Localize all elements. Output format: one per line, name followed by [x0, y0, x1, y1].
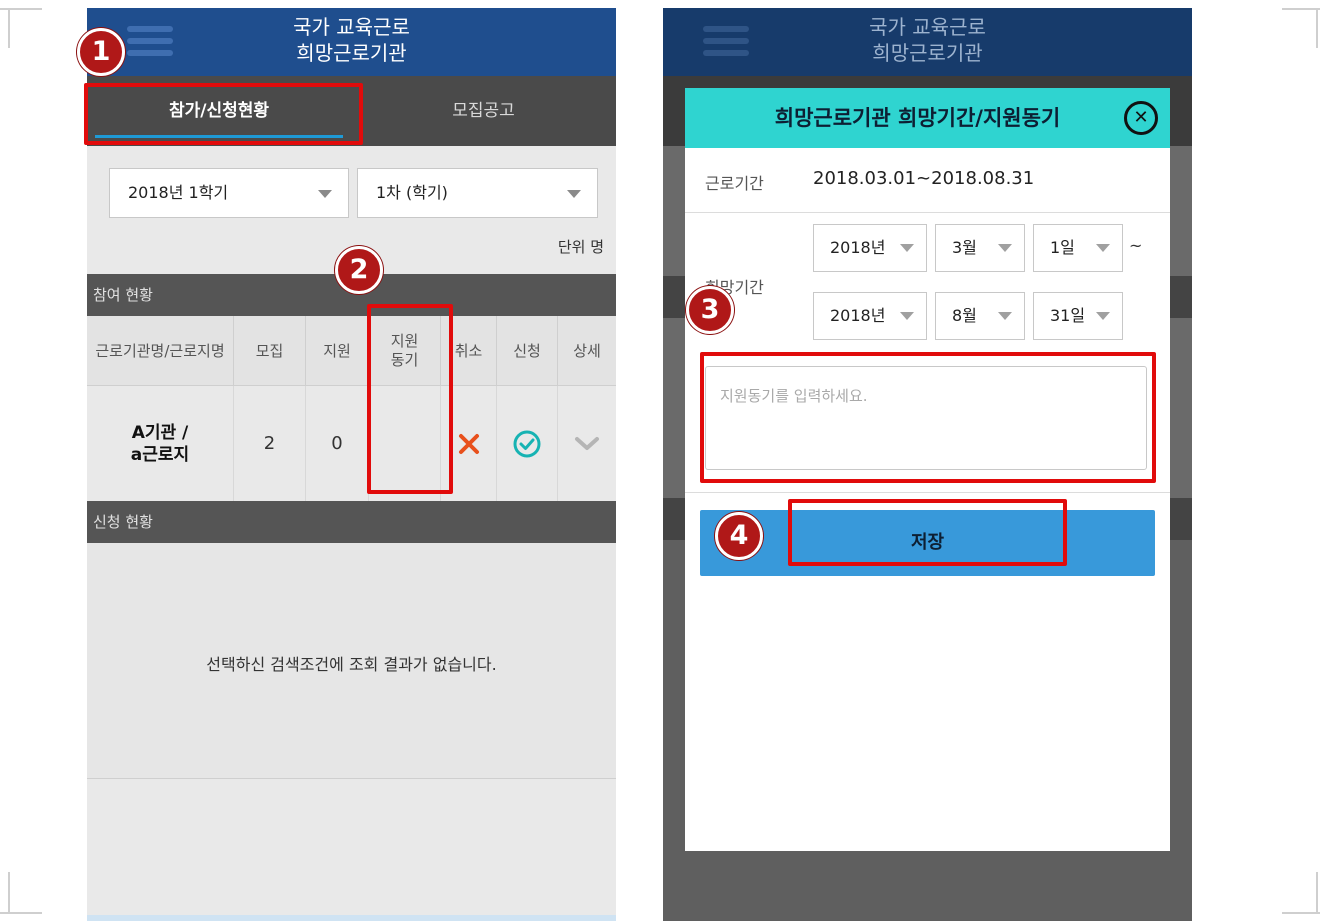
app-bar: 국가 교육근로 희망근로기관 — [87, 8, 616, 76]
bottom-strip — [87, 915, 616, 921]
close-icon[interactable]: ✕ — [1124, 101, 1158, 135]
end-year-select[interactable]: 2018년 — [813, 292, 927, 340]
callout-badge-2: 2 — [335, 246, 383, 294]
app-title-line2: 희망근로기관 — [872, 41, 983, 65]
start-year-value: 2018년 — [830, 238, 886, 257]
frame-corner-tr-v — [1316, 8, 1318, 48]
work-period-value: 2018.03.01~2018.08.31 — [813, 168, 1035, 189]
detail-cell — [558, 386, 616, 501]
worksite-name: a근로지 — [130, 444, 190, 465]
chevron-down-icon[interactable] — [574, 435, 600, 453]
bottom-area — [87, 779, 616, 921]
dialog-title: 희망근로기관 희망기간/지원동기 — [774, 106, 1061, 130]
start-day-select[interactable]: 1일 — [1033, 224, 1123, 272]
applied-count: 0 — [306, 386, 369, 501]
dropdown-caret-icon — [318, 190, 332, 198]
application-section-title: 신청 현황 — [87, 501, 616, 543]
work-period-label: 근로기간 — [705, 174, 764, 193]
frame-corner-tl-v — [8, 8, 10, 48]
frame-corner-tl-h — [0, 8, 42, 10]
empty-message: 선택하신 검색조건에 조회 결과가 없습니다. — [206, 655, 497, 674]
dropdown-caret-icon — [998, 244, 1012, 252]
frame-corner-br-v — [1316, 872, 1318, 914]
app-title: 국가 교육근로 희망근로기관 — [87, 14, 616, 66]
frame-corner-tr-h — [1282, 8, 1320, 10]
dropdown-caret-icon — [1096, 312, 1110, 320]
table-row: A기관 / a근로지 2 0 — [87, 386, 616, 501]
app-title-line1: 국가 교육근로 — [869, 15, 986, 39]
app-bar-dimmed: 국가 교육근로 희망근로기관 — [663, 8, 1192, 76]
cancel-x-icon[interactable] — [457, 432, 481, 456]
round-select-value: 1차 (학기) — [376, 183, 448, 202]
app-title-dimmed: 국가 교육근로 희망근로기관 — [663, 14, 1192, 66]
highlight-box-motive-input — [700, 352, 1156, 483]
callout-badge-4: 4 — [715, 512, 763, 560]
dropdown-caret-icon — [900, 312, 914, 320]
frame-corner-bl-v — [8, 872, 10, 914]
frame-corner-br-h — [1282, 912, 1320, 914]
semester-select-value: 2018년 1학기 — [128, 183, 229, 202]
check-circle-icon[interactable] — [512, 429, 542, 459]
dropdown-caret-icon — [900, 244, 914, 252]
dropdown-caret-icon — [1096, 244, 1110, 252]
end-day-value: 31일 — [1050, 306, 1086, 325]
table-header: 근로기관명/근로지명 모집 지원 지원 동기 취소 신청 상세 — [87, 316, 616, 386]
callout-badge-3: 3 — [686, 286, 734, 334]
period-tilde: ~ — [1129, 236, 1143, 255]
highlight-box-tab — [84, 83, 363, 145]
org-name-cell: A기관 / a근로지 — [87, 386, 234, 501]
end-month-select[interactable]: 8월 — [935, 292, 1025, 340]
frame-corner-bl-h — [0, 912, 42, 914]
dropdown-caret-icon — [998, 312, 1012, 320]
col-header-applied: 지원 — [306, 316, 369, 386]
callout-badge-1: 1 — [77, 28, 125, 76]
org-name: A기관 / — [131, 422, 189, 443]
end-day-select[interactable]: 31일 — [1033, 292, 1123, 340]
dialog-header: 희망근로기관 희망기간/지원동기 — [685, 88, 1170, 148]
round-select[interactable]: 1차 (학기) — [357, 168, 598, 218]
highlight-box-motive-column — [367, 304, 453, 494]
start-year-select[interactable]: 2018년 — [813, 224, 927, 272]
unit-label: 단위 명 — [557, 238, 604, 256]
col-header-detail: 상세 — [573, 341, 601, 360]
filter-bar: 2018년 1학기 1차 (학기) — [87, 146, 616, 231]
highlight-box-save — [788, 499, 1067, 566]
col-header-recruit: 모집 — [234, 316, 306, 386]
app-title-line2: 희망근로기관 — [296, 41, 407, 65]
col-header-apply: 신청 — [497, 316, 558, 386]
start-day-value: 1일 — [1050, 238, 1075, 257]
dropdown-caret-icon — [567, 190, 581, 198]
tab-recruitment-notice[interactable]: 모집공고 — [351, 76, 616, 146]
divider — [685, 492, 1170, 493]
apply-cell — [497, 386, 558, 501]
col-header-org: 근로기관명/근로지명 — [87, 316, 234, 386]
semester-select[interactable]: 2018년 1학기 — [109, 168, 349, 218]
divider — [685, 212, 1170, 213]
end-month-value: 8월 — [952, 306, 977, 325]
end-year-value: 2018년 — [830, 306, 886, 325]
empty-state: 선택하신 검색조건에 조회 결과가 없습니다. — [87, 543, 616, 779]
start-month-select[interactable]: 3월 — [935, 224, 1025, 272]
app-title-line1: 국가 교육근로 — [293, 15, 410, 39]
recruit-count: 2 — [234, 386, 306, 501]
start-month-value: 3월 — [952, 238, 977, 257]
